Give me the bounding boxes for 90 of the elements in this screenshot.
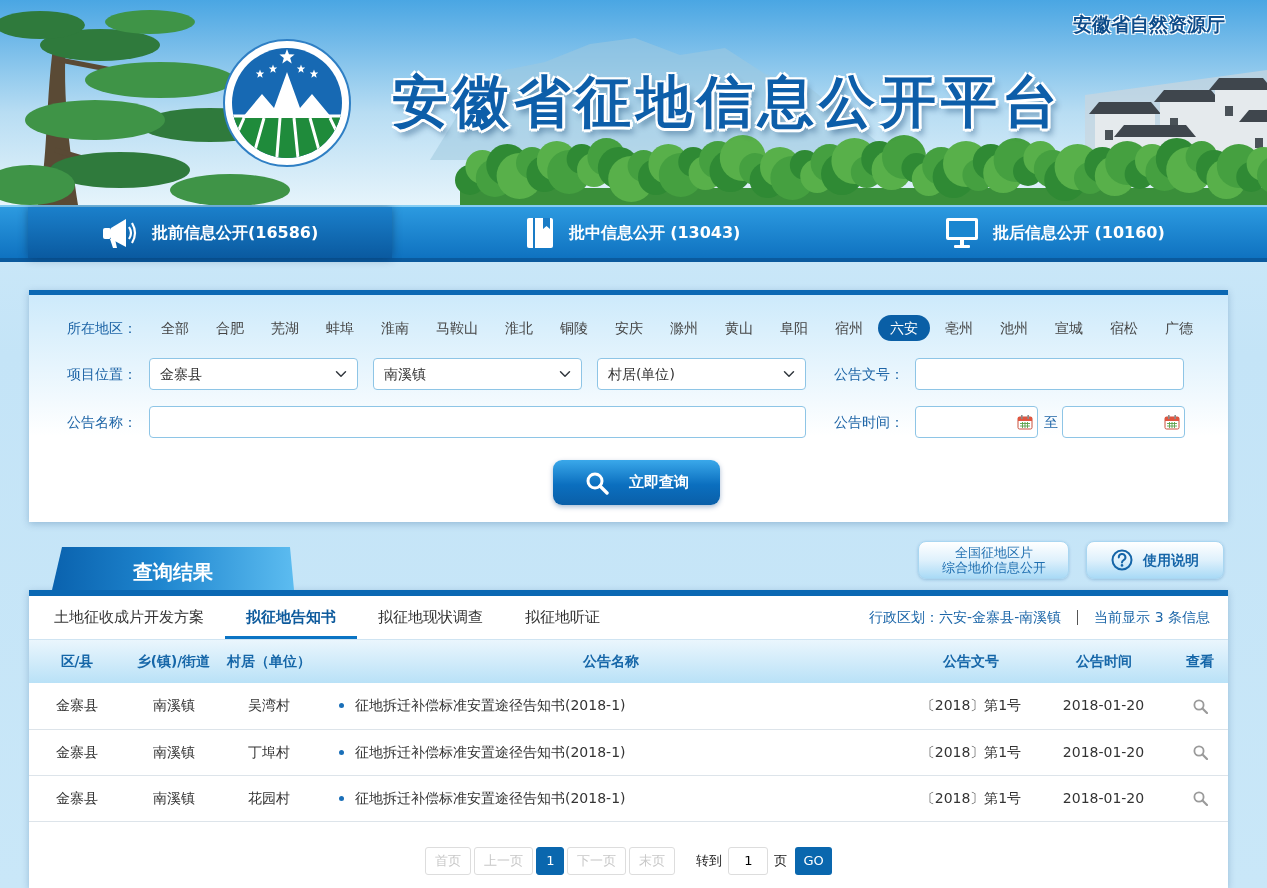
mountain-emblem-icon (222, 37, 352, 168)
location-label: 项目位置： (67, 364, 138, 384)
region-option[interactable]: 六安 (878, 315, 930, 341)
table-cell: 2018-01-20 (1035, 683, 1172, 729)
region-option[interactable]: 池州 (988, 315, 1040, 341)
category-tab[interactable]: 拟征地听证 (504, 596, 621, 639)
region-option[interactable]: 全部 (149, 315, 201, 341)
land-price-map-button[interactable]: 全国征地区片 综合地价信息公开 (918, 541, 1069, 579)
region-option[interactable]: 宣城 (1043, 315, 1095, 341)
column-header: 公告文号 (907, 640, 1035, 683)
region-option[interactable]: 铜陵 (548, 315, 600, 341)
calendar-icon[interactable] (1164, 414, 1180, 430)
search-icon[interactable] (1192, 698, 1208, 714)
region-option[interactable]: 宿州 (823, 315, 875, 341)
notice-title-link[interactable]: 征地拆迁补偿标准安置途径告知书(2018-1) (355, 787, 626, 809)
column-header: 公告时间 (1035, 640, 1172, 683)
table-cell: 〔2018〕第1号 (907, 729, 1035, 775)
doc-number-label: 公告文号： (834, 364, 905, 384)
agency-name: 安徽省自然资源厅 (1073, 12, 1225, 37)
region-option[interactable]: 黄山 (713, 315, 765, 341)
results-heading: 查询结果 (52, 547, 294, 590)
help-button[interactable]: 使用说明 (1086, 541, 1224, 579)
notice-name-label: 公告名称： (67, 412, 138, 432)
column-header: 公告名称 (315, 640, 907, 683)
region-label: 所在地区： (67, 318, 138, 338)
town-select[interactable]: 南溪镇 (373, 358, 582, 390)
table-cell: 花园村 (222, 775, 315, 821)
page-unit-label: 页 (774, 851, 788, 870)
region-option[interactable]: 马鞍山 (424, 315, 490, 341)
search-button[interactable]: 立即查询 (553, 460, 720, 505)
region-option[interactable]: 淮北 (493, 315, 545, 341)
date-range-separator: 至 (1044, 412, 1058, 432)
category-tab[interactable]: 土地征收成片开发方案 (33, 596, 225, 639)
region-option[interactable]: 合肥 (204, 315, 256, 341)
result-count-text: 当前显示 3 条信息 (1094, 608, 1210, 627)
column-header: 乡(镇)/街道 (125, 640, 222, 683)
current-page-button[interactable]: 1 (536, 846, 565, 875)
start-date-field[interactable] (915, 406, 1038, 438)
table-cell: 〔2018〕第1号 (907, 683, 1035, 729)
village-select[interactable]: 村居(单位) (597, 358, 806, 390)
table-cell: 南溪镇 (125, 683, 222, 729)
table-cell: 金寨县 (29, 775, 125, 821)
region-option[interactable]: 阜阳 (768, 315, 820, 341)
book-icon (524, 216, 555, 249)
table-cell: 〔2018〕第1号 (907, 775, 1035, 821)
table-cell: 丁埠村 (222, 729, 315, 775)
search-icon (584, 470, 609, 495)
bullet-icon (339, 795, 344, 801)
category-tab[interactable]: 拟征地现状调查 (357, 596, 504, 639)
region-option[interactable]: 淮南 (369, 315, 421, 341)
nav-tab[interactable]: 批前信息公开(16586) (28, 207, 393, 258)
region-option[interactable]: 广德 (1153, 315, 1205, 341)
region-path-text: 行政区划：六安-金寨县-南溪镇 (869, 608, 1062, 627)
column-header: 区/县 (29, 640, 125, 683)
column-header: 查看 (1172, 640, 1228, 683)
nav-tab[interactable]: 批中信息公开 (13043) (450, 207, 815, 258)
search-icon[interactable] (1192, 745, 1208, 760)
region-option[interactable]: 芜湖 (259, 315, 311, 341)
notice-title-link[interactable]: 征地拆迁补偿标准安置途径告知书(2018-1) (355, 741, 626, 763)
calendar-icon[interactable] (1017, 414, 1033, 430)
notice-time-label: 公告时间： (834, 412, 905, 432)
help-icon (1111, 549, 1133, 571)
column-header: 村居（单位） (222, 640, 315, 683)
site-title: 安徽省征地信息公开平台 (392, 73, 1063, 130)
bullet-icon (339, 703, 344, 709)
bullet-icon (339, 749, 344, 755)
page-number-field[interactable]: 1 (728, 846, 769, 875)
doc-number-field[interactable] (915, 358, 1184, 390)
region-option[interactable]: 亳州 (933, 315, 985, 341)
county-select[interactable]: 金寨县 (149, 358, 358, 390)
notice-name-field[interactable] (149, 406, 806, 438)
monitor-icon (944, 215, 979, 250)
megaphone-icon (102, 216, 138, 249)
table-cell: 2018-01-20 (1035, 729, 1172, 775)
notice-title-link[interactable]: 征地拆迁补偿标准安置途径告知书(2018-1) (355, 695, 626, 717)
table-cell: 2018-01-20 (1035, 775, 1172, 821)
table-cell: 南溪镇 (125, 729, 222, 775)
go-button[interactable]: GO (795, 846, 832, 875)
search-icon[interactable] (1192, 791, 1208, 806)
table-cell: 金寨县 (29, 729, 125, 775)
region-option[interactable]: 滁州 (658, 315, 710, 341)
goto-label: 转到 (696, 851, 723, 870)
nav-tab[interactable]: 批后信息公开 (10160) (872, 207, 1237, 258)
region-option[interactable]: 安庆 (603, 315, 655, 341)
region-option[interactable]: 宿松 (1098, 315, 1150, 341)
table-cell: 南溪镇 (125, 775, 222, 821)
table-cell: 金寨县 (29, 683, 125, 729)
region-option[interactable]: 蚌埠 (314, 315, 366, 341)
table-cell: 吴湾村 (222, 683, 315, 729)
end-date-field[interactable] (1062, 406, 1185, 438)
